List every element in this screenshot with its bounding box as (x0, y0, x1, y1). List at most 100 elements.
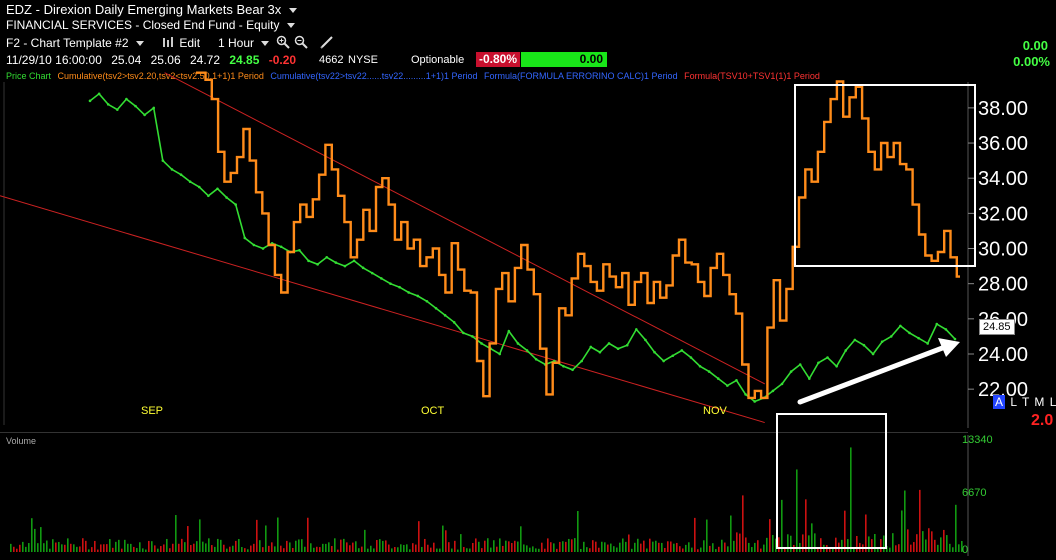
volume-bar (625, 541, 627, 552)
volume-bar (295, 540, 297, 552)
volume-bar (520, 526, 522, 552)
volume-bar (865, 514, 867, 552)
volume-bar (595, 541, 597, 552)
volume-bar (43, 543, 45, 552)
volume-bar (499, 538, 501, 552)
volume-bar (598, 547, 600, 552)
chart-window: EDZ - Direxion Daily Emerging Markets Be… (0, 0, 1056, 560)
volume-bar (421, 546, 423, 552)
volume-bar (91, 547, 93, 552)
volume-bar (391, 548, 393, 552)
volume-bar (709, 545, 711, 552)
volume-bar (235, 540, 237, 552)
volume-bar (802, 534, 804, 552)
volume-bar (124, 539, 126, 552)
volume-bar (646, 548, 648, 552)
volume-bar (772, 534, 774, 552)
volume-bar (316, 546, 318, 552)
volume-bar (724, 542, 726, 552)
volume-bar (274, 546, 276, 552)
volume-bar (664, 547, 666, 552)
volume-bar (661, 542, 663, 552)
volume-bar (577, 511, 579, 552)
volume-bar (313, 547, 315, 552)
volume-bar (907, 529, 909, 552)
volume-bar (94, 540, 96, 552)
volume-bar (358, 548, 360, 552)
volume-bar (841, 539, 843, 552)
volume-bar (763, 544, 765, 552)
volume-bar (37, 543, 39, 552)
volume-bar (439, 548, 441, 552)
volume-bar (271, 542, 273, 552)
volume-bar (106, 544, 108, 552)
volume-bar (346, 542, 348, 552)
volume-bar (121, 548, 123, 552)
volume-bar (340, 539, 342, 552)
volume-bar (55, 542, 57, 552)
volume-bar (256, 519, 258, 552)
volume-bar (484, 540, 486, 552)
volume-bar (112, 547, 114, 552)
volume-bar (52, 539, 54, 552)
volume-bar (466, 548, 468, 552)
volume-bar (184, 542, 186, 552)
volume-bar (658, 542, 660, 552)
volume-bar (253, 543, 255, 552)
volume-bar (388, 544, 390, 552)
volume-bar (262, 547, 264, 552)
volume-bar (250, 545, 252, 552)
volume-bar (916, 534, 918, 552)
volume-bar (145, 549, 147, 552)
volume-bar (109, 539, 111, 552)
volume-bar (739, 533, 741, 552)
volume-bar (778, 537, 780, 552)
volume-bar (613, 546, 615, 552)
volume-bar (352, 542, 354, 552)
volume-bar (403, 544, 405, 552)
volume-bar (706, 519, 708, 552)
volume-bar (694, 517, 696, 552)
volume-bar (766, 537, 768, 552)
volume-bar (127, 543, 129, 552)
volume-bar (604, 542, 606, 552)
volume-bar (490, 547, 492, 552)
volume-bar (820, 538, 822, 552)
volume-bar (526, 545, 528, 552)
volume-bar (736, 532, 738, 552)
volume-bar (919, 489, 921, 552)
volume-bar (49, 548, 51, 552)
volume-bar (727, 546, 729, 552)
volume-bar (844, 510, 846, 552)
volume-bar (202, 541, 204, 552)
volume-bar (334, 538, 336, 552)
volume-bar (337, 549, 339, 552)
volume-chart[interactable]: 13340 6670 0 (0, 0, 1056, 560)
volume-bar (931, 531, 933, 552)
volume-bar (301, 539, 303, 552)
volume-bar (211, 545, 213, 552)
volume-bar (61, 544, 63, 552)
volume-bar (550, 542, 552, 552)
volume-bar (409, 549, 411, 552)
volume-bar (874, 534, 876, 552)
volume-bar (565, 541, 567, 552)
volume-bar (913, 542, 915, 552)
vol-tick-max: 13340 (962, 434, 993, 446)
volume-bar (178, 543, 180, 552)
volume-bar (160, 546, 162, 552)
volume-bar (13, 546, 15, 552)
volume-bar (331, 546, 333, 552)
volume-bar (904, 490, 906, 552)
volume-bar (928, 528, 930, 552)
volume-bar (730, 515, 732, 552)
volume-bar (247, 549, 249, 552)
volume-bar (385, 540, 387, 552)
volume-bar (790, 535, 792, 552)
volume-bar (181, 538, 183, 552)
volume-bar (115, 541, 117, 552)
volume-bar (898, 544, 900, 552)
volume-bar (436, 548, 438, 552)
volume-bar (205, 543, 207, 552)
volume-bar (670, 541, 672, 552)
